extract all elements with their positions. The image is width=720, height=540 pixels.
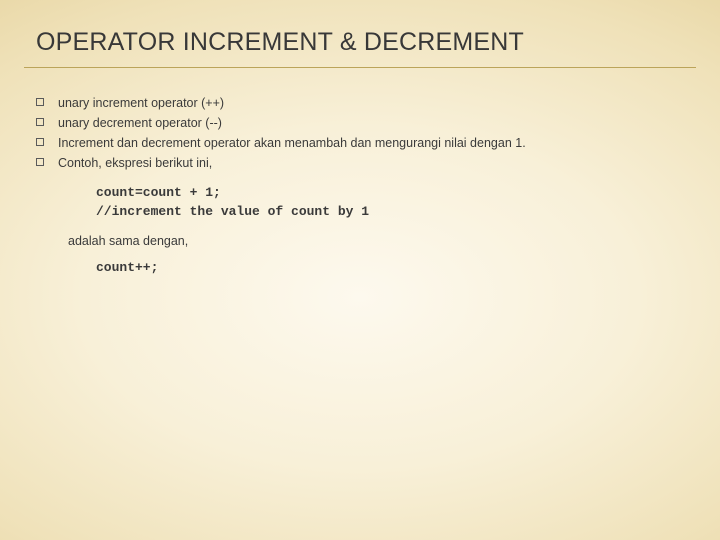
- bullet-list: unary increment operator (++) unary decr…: [36, 94, 684, 173]
- content-area: unary increment operator (++) unary decr…: [0, 68, 720, 277]
- inter-text: adalah sama dengan,: [68, 234, 684, 248]
- square-bullet-icon: [36, 158, 44, 166]
- slide-title: OPERATOR INCREMENT & DECREMENT: [36, 28, 684, 57]
- square-bullet-icon: [36, 118, 44, 126]
- list-item: Increment dan decrement operator akan me…: [36, 134, 684, 152]
- list-item: unary decrement operator (--): [36, 114, 684, 132]
- code-block-2: count++;: [96, 258, 684, 278]
- bullet-text: unary decrement operator (--): [58, 114, 222, 132]
- square-bullet-icon: [36, 138, 44, 146]
- bullet-text: unary increment operator (++): [58, 94, 224, 112]
- title-block: OPERATOR INCREMENT & DECREMENT: [0, 0, 720, 63]
- slide: OPERATOR INCREMENT & DECREMENT unary inc…: [0, 0, 720, 540]
- bullet-text: Contoh, ekspresi berikut ini,: [58, 154, 212, 172]
- list-item: Contoh, ekspresi berikut ini,: [36, 154, 684, 172]
- bullet-text: Increment dan decrement operator akan me…: [58, 134, 526, 152]
- code-block-1: count=count + 1; //increment the value o…: [96, 183, 684, 222]
- list-item: unary increment operator (++): [36, 94, 684, 112]
- square-bullet-icon: [36, 98, 44, 106]
